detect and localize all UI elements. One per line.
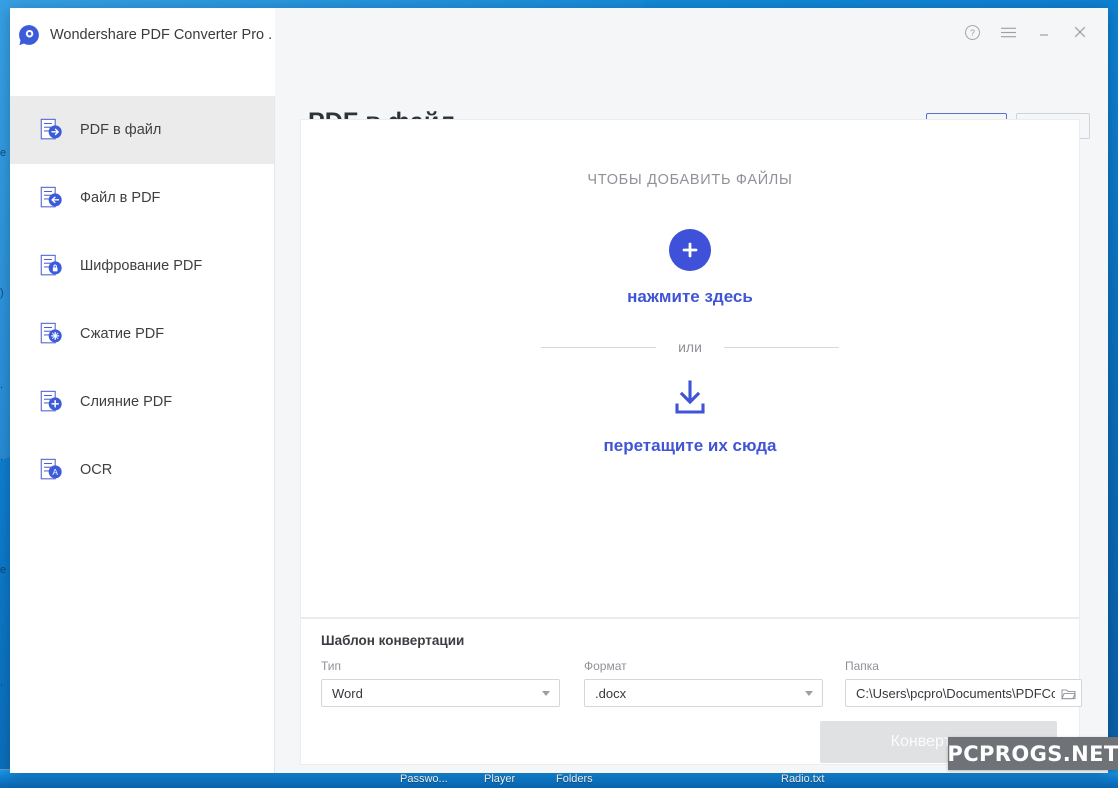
sidebar-item-label: Слияние PDF [80, 394, 173, 410]
wondershare-logo-icon [19, 25, 39, 46]
title-bar-right: ? [275, 8, 1108, 96]
window-controls: ? [962, 22, 1090, 42]
sidebar-item-file-to-pdf[interactable]: Файл в PDF [10, 164, 274, 232]
template-panel-title: Шаблон конвертации [321, 633, 465, 648]
application-window: Wondershare PDF Converter Pro . ? PDF в … [10, 8, 1108, 773]
site-watermark: PCPROGS.NET [947, 737, 1118, 770]
click-here-label[interactable]: нажмите здесь [627, 287, 753, 307]
title-bar-left: Wondershare PDF Converter Pro . [10, 8, 275, 96]
plus-circle-icon[interactable] [669, 229, 711, 271]
type-label: Тип [321, 659, 342, 673]
drag-here-label: перетащите их сюда [603, 436, 777, 455]
panel-divider [301, 618, 1079, 619]
sidebar-item-label: Шифрование PDF [80, 258, 203, 274]
sidebar-item-encrypt-pdf[interactable]: Шифрование PDF [10, 232, 274, 300]
taskbar-item[interactable]: Player [484, 773, 515, 785]
minimize-icon[interactable] [1034, 22, 1054, 42]
desktop-edge-glyph: . [0, 380, 4, 391]
desktop-edge-glyph: . [0, 452, 4, 463]
folder-open-icon[interactable] [1055, 687, 1081, 700]
document-ocr-icon: A [40, 458, 62, 480]
type-field: Тип Word [321, 659, 560, 707]
app-title: Wondershare PDF Converter Pro . [50, 27, 273, 43]
taskbar-item[interactable]: Radio.txt [781, 773, 824, 785]
folder-path-value: C:\Users\pcpro\Documents\PDFConv [856, 685, 1055, 701]
taskbar-item[interactable]: Folders [556, 773, 593, 785]
watermark-text: PCPROGS.NET [947, 741, 1118, 766]
document-arrow-left-icon [40, 186, 62, 208]
type-value: Word [332, 685, 363, 701]
desktop-edge-glyph: e [0, 148, 7, 159]
format-label: Формат [584, 659, 627, 673]
download-arrow-icon [669, 380, 711, 421]
taskbar-item[interactable]: Passwo... [400, 773, 448, 785]
drop-zone-heading: ЧТОБЫ ДОБАВИТЬ ФАЙЛЫ [587, 172, 793, 188]
svg-text:?: ? [970, 27, 975, 37]
close-icon[interactable] [1070, 22, 1090, 42]
separator-line-left [541, 346, 657, 348]
format-field: Формат .docx [584, 659, 823, 707]
sidebar-item-label: OCR [80, 462, 113, 478]
sidebar-item-pdf-to-file[interactable]: PDF в файл [10, 96, 274, 164]
separator-line-right [723, 346, 839, 348]
document-compress-icon [40, 322, 62, 344]
sidebar-item-ocr[interactable]: A OCR [10, 436, 274, 504]
format-select[interactable]: .docx [584, 679, 823, 707]
file-drop-zone[interactable]: ЧТОБЫ ДОБАВИТЬ ФАЙЛЫ нажмите здесь или п… [300, 119, 1080, 618]
desktop-edge-glyph: . [0, 678, 4, 689]
sidebar-item-compress-pdf[interactable]: Сжатие PDF [10, 300, 274, 368]
sidebar-item-merge-pdf[interactable]: Слияние PDF [10, 368, 274, 436]
title-bar: Wondershare PDF Converter Pro . ? [10, 8, 1108, 96]
sidebar: PDF в файл Файл в PDF Шифрование PDF Сжа… [10, 96, 275, 773]
or-label: или [678, 339, 702, 355]
svg-text:A: A [52, 467, 58, 477]
chevron-down-icon[interactable] [796, 690, 822, 696]
or-separator: или [541, 339, 839, 355]
document-arrow-right-icon [40, 118, 62, 140]
document-lock-icon [40, 254, 62, 276]
hamburger-menu-icon[interactable] [998, 22, 1018, 42]
sidebar-item-label: PDF в файл [80, 122, 162, 138]
folder-field: Папка C:\Users\pcpro\Documents\PDFConv [845, 659, 1082, 707]
document-plus-icon [40, 390, 62, 412]
desktop-background: e ) . . e . Passwo... Player Folders Rad… [0, 0, 1118, 788]
folder-label: Папка [845, 659, 879, 673]
sidebar-item-label: Файл в PDF [80, 190, 161, 206]
desktop-edge-glyph: ) [0, 288, 4, 299]
format-value: .docx [595, 685, 627, 701]
question-circle-icon[interactable]: ? [962, 22, 982, 42]
sidebar-item-label: Сжатие PDF [80, 326, 165, 342]
drop-zone-content: ЧТОБЫ ДОБАВИТЬ ФАЙЛЫ нажмите здесь или п… [301, 172, 1079, 456]
chevron-down-icon[interactable] [533, 690, 559, 696]
desktop-edge-glyph: e [0, 565, 7, 576]
folder-input[interactable]: C:\Users\pcpro\Documents\PDFConv [845, 679, 1082, 707]
content-area: PDF в файл Добавить Удалить ЧТОБЫ ДОБАВИ… [275, 96, 1108, 773]
type-select[interactable]: Word [321, 679, 560, 707]
